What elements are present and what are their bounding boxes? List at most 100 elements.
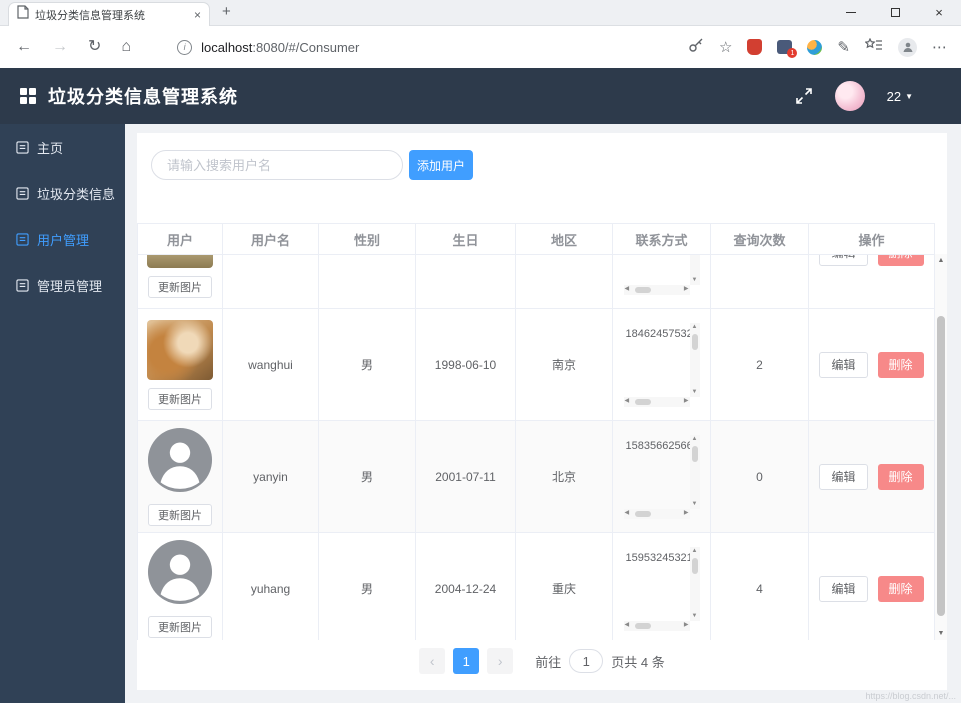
contact-scrollbox[interactable]: 15835662566▲▼◀▶ — [624, 435, 700, 519]
scroll-up-icon[interactable]: ▲ — [938, 257, 945, 264]
extension-colorful-icon[interactable] — [807, 40, 822, 55]
delete-button[interactable]: 删除 — [878, 352, 924, 378]
scroll-left-icon[interactable]: ◀ — [625, 510, 630, 517]
tab-title: 垃圾分类信息管理系统 — [35, 7, 188, 23]
contact-cell: ▲▼◀▶ — [613, 255, 711, 309]
refresh-icon[interactable]: ↻ — [88, 39, 101, 55]
browser-tab[interactable]: 垃圾分类信息管理系统 × — [8, 2, 210, 26]
table-scrollbar[interactable]: ▲ ▼ — [935, 254, 947, 640]
back-icon[interactable]: ← — [16, 39, 32, 55]
chevron-down-icon: ▼ — [905, 92, 913, 101]
next-page-button[interactable]: › — [487, 648, 513, 674]
browser-menu-icon[interactable]: ⋯ — [932, 40, 947, 55]
update-image-button[interactable]: 更新图片 — [148, 616, 212, 638]
extension-icon[interactable]: 1 — [777, 40, 792, 54]
sidebar-item-garbage-info[interactable]: 垃圾分类信息 — [0, 170, 125, 216]
bookmark-star-icon[interactable]: ☆ — [719, 40, 732, 55]
update-image-button[interactable]: 更新图片 — [148, 504, 212, 526]
horizontal-scrollbar[interactable]: ◀▶ — [624, 509, 690, 519]
scrollbar-thumb[interactable] — [635, 623, 651, 629]
adblock-shield-icon[interactable] — [747, 39, 762, 55]
horizontal-scrollbar[interactable]: ◀▶ — [624, 621, 690, 631]
favorites-hub-icon[interactable] — [865, 38, 883, 57]
update-image-button[interactable]: 更新图片 — [148, 276, 212, 298]
edit-button[interactable]: 编辑 — [819, 576, 867, 602]
scroll-right-icon[interactable]: ▶ — [684, 622, 689, 629]
page-number-button[interactable]: 1 — [453, 648, 479, 674]
operations-cell: 编辑删除 — [809, 533, 935, 640]
scroll-left-icon[interactable]: ◀ — [625, 286, 630, 293]
horizontal-scrollbar[interactable]: ◀▶ — [624, 397, 690, 407]
contact-scrollbox[interactable]: ▲▼◀▶ — [624, 255, 700, 295]
add-user-button[interactable]: 添加用户 — [409, 150, 473, 180]
key-icon[interactable] — [688, 37, 704, 58]
vertical-scrollbar[interactable]: ▲▼ — [690, 255, 700, 285]
column-header: 地区 — [516, 224, 613, 255]
scroll-right-icon[interactable]: ▶ — [684, 510, 689, 517]
scrollbar-thumb[interactable] — [635, 287, 651, 293]
scrollbar-thumb[interactable] — [635, 399, 651, 405]
fullscreen-icon[interactable] — [795, 87, 813, 105]
scroll-left-icon[interactable]: ◀ — [625, 398, 630, 405]
scrollbar-thumb[interactable] — [692, 334, 698, 350]
edit-button[interactable]: 编辑 — [819, 464, 867, 490]
home-icon[interactable]: ⌂ — [121, 39, 131, 55]
contact-cell: 15953245321▲▼◀▶ — [613, 533, 711, 640]
scroll-down-icon[interactable]: ▼ — [692, 389, 698, 396]
scroll-up-icon[interactable]: ▲ — [692, 324, 698, 331]
column-header: 用户 — [138, 224, 223, 255]
delete-button[interactable]: 删除 — [878, 464, 924, 490]
scroll-left-icon[interactable]: ◀ — [625, 622, 630, 629]
sidebar-item-admin-management[interactable]: 管理员管理 — [0, 262, 125, 308]
sidebar-item-user-management[interactable]: 用户管理 — [0, 216, 125, 262]
scroll-right-icon[interactable]: ▶ — [684, 286, 689, 293]
contact-scrollbox[interactable]: 15953245321▲▼◀▶ — [624, 547, 700, 631]
scrollbar-thumb[interactable] — [692, 558, 698, 574]
scroll-right-icon[interactable]: ▶ — [684, 398, 689, 405]
user-photo — [147, 255, 213, 268]
window-close-button[interactable]: × — [917, 0, 961, 25]
edit-button[interactable]: 编辑 — [819, 255, 867, 266]
pen-extension-icon[interactable]: ✎ — [837, 40, 850, 55]
dashboard-grid-icon[interactable] — [20, 88, 36, 104]
forward-icon[interactable]: → — [52, 39, 68, 55]
sidebar: 主页 垃圾分类信息 用户管理 管理员管理 — [0, 124, 125, 703]
tab-close-icon[interactable]: × — [194, 8, 201, 22]
address-bar[interactable]: localhost:8080/#/Consumer — [201, 40, 359, 55]
site-info-icon[interactable]: i — [177, 40, 192, 55]
region-cell — [516, 255, 613, 309]
scroll-down-icon[interactable]: ▼ — [938, 630, 945, 637]
delete-button[interactable]: 删除 — [878, 576, 924, 602]
user-avatar[interactable] — [835, 81, 865, 111]
scrollbar-thumb[interactable] — [692, 446, 698, 462]
query-count-cell: 0 — [711, 421, 809, 533]
header-right: 22 ▼ — [795, 81, 961, 111]
user-menu[interactable]: 22 ▼ — [887, 89, 913, 104]
user-table: 用户用户名性别生日地区联系方式查询次数操作 更新图片▲▼◀▶编辑删除更新图片wa… — [137, 223, 935, 640]
goto-page-input[interactable] — [569, 649, 603, 673]
scroll-down-icon[interactable]: ▼ — [692, 501, 698, 508]
search-input[interactable] — [151, 150, 403, 180]
new-tab-button[interactable]: + — [222, 3, 231, 20]
sidebar-item-home[interactable]: 主页 — [0, 124, 125, 170]
scroll-down-icon[interactable]: ▼ — [692, 613, 698, 620]
window-minimize-button[interactable] — [829, 0, 873, 25]
delete-button[interactable]: 删除 — [878, 255, 924, 266]
horizontal-scrollbar[interactable]: ◀▶ — [624, 285, 690, 295]
scrollbar-thumb[interactable] — [937, 316, 945, 616]
scrollbar-thumb[interactable] — [635, 511, 651, 517]
update-image-button[interactable]: 更新图片 — [148, 388, 212, 410]
scroll-up-icon[interactable]: ▲ — [692, 548, 698, 555]
profile-avatar-icon[interactable] — [898, 38, 917, 57]
prev-page-button[interactable]: ‹ — [419, 648, 445, 674]
watermark: https://blog.csdn.net/... — [865, 691, 956, 701]
browser-navbar: ← → ↻ ⌂ i localhost:8080/#/Consumer ☆ 1 … — [0, 26, 961, 68]
scroll-down-icon[interactable]: ▼ — [692, 277, 698, 284]
scroll-up-icon[interactable]: ▲ — [692, 436, 698, 443]
gender-cell: 男 — [319, 421, 416, 533]
table-row: 更新图片wanghui男1998-06-10南京18462457532▲▼◀▶2… — [138, 309, 935, 421]
edit-button[interactable]: 编辑 — [819, 352, 867, 378]
contact-scrollbox[interactable]: 18462457532▲▼◀▶ — [624, 323, 700, 407]
goto-label: 前往 — [535, 652, 561, 671]
window-maximize-button[interactable] — [873, 0, 917, 25]
